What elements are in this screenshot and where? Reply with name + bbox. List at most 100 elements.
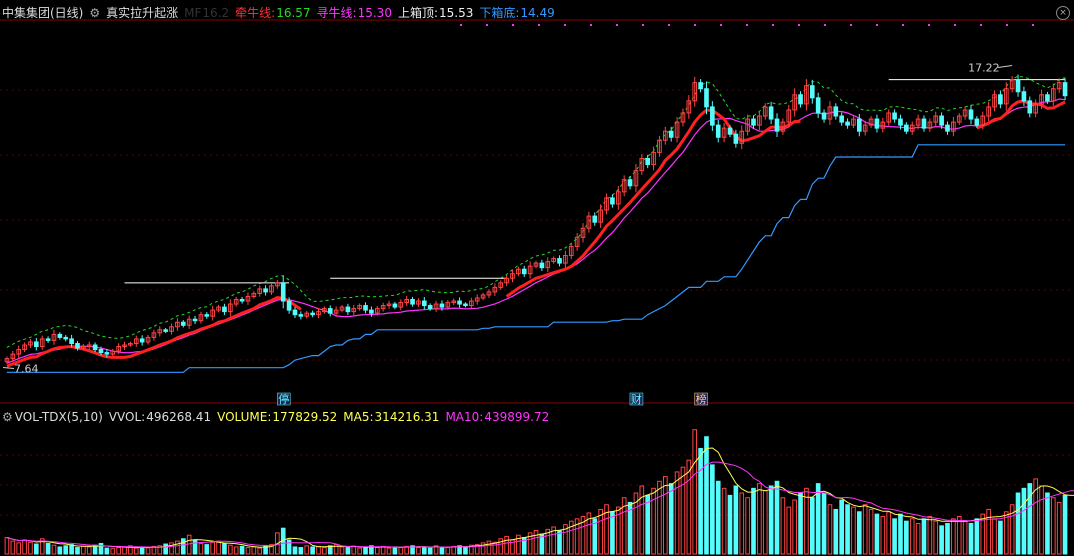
volume-bar — [798, 492, 803, 555]
volume-bar — [492, 541, 498, 555]
price-panel-header: 中集集团(日线) ⚙ 真实拉升起涨 MF16.2 牵牛线:16.57 寻牛线:15.30 上… — [2, 5, 561, 21]
candle-body — [904, 124, 909, 132]
high-price-annotation: 17.22 — [968, 62, 1000, 75]
candle-body — [774, 118, 780, 132]
volume-bar — [351, 545, 357, 555]
candle-body — [815, 97, 821, 114]
candle-body — [63, 336, 69, 340]
candle-body — [539, 262, 545, 269]
signal-dot — [564, 24, 566, 26]
volume-bar — [610, 511, 615, 555]
volume-indicator-name[interactable]: VOL-TDX(5,10) — [15, 410, 103, 424]
candle-body — [1015, 79, 1021, 93]
candle-body — [457, 300, 462, 305]
volume-bar — [180, 538, 186, 555]
volume-bar — [239, 545, 245, 555]
volume-bar — [651, 487, 656, 555]
candle-body — [874, 118, 880, 129]
volume-bar — [198, 542, 204, 555]
signal-dot — [902, 24, 904, 26]
candle-body — [939, 115, 944, 126]
volume-bar — [257, 547, 263, 555]
volume-bar — [874, 513, 880, 555]
volume-bar — [774, 480, 780, 555]
volume-bar — [163, 543, 168, 555]
box-bottom-line — [6, 144, 1066, 373]
volume-bar — [292, 546, 298, 555]
volume-bar — [145, 547, 151, 555]
gear-icon[interactable]: ⚙ — [89, 6, 100, 20]
ma-value: 16.2 — [202, 6, 230, 20]
volume-bar — [51, 544, 57, 555]
box-bottom-value: 14.49 — [520, 6, 555, 20]
box-top-value: 15.53 — [439, 6, 474, 20]
ma5-value: 314216.31 — [374, 410, 440, 424]
volume-bar — [1021, 487, 1027, 555]
signal-dot — [720, 24, 722, 26]
ma10-label: MA10: — [445, 410, 484, 424]
volume-bar — [298, 547, 304, 555]
volume-bar — [674, 471, 680, 555]
volume-bar — [998, 520, 1003, 555]
volume-bar — [286, 539, 292, 555]
volume-bar — [192, 539, 198, 555]
volume-bar — [216, 540, 221, 555]
volume-bar — [845, 504, 850, 555]
candle-body — [945, 124, 950, 132]
volume-bar — [809, 497, 815, 555]
signal-dot — [1032, 24, 1034, 26]
volume-bar — [45, 542, 51, 555]
signal-dot — [772, 24, 774, 26]
volume-bar — [792, 499, 797, 555]
signal-dot — [824, 24, 826, 26]
signal-dot — [954, 24, 956, 26]
volume-bar — [692, 429, 698, 555]
volume-bar — [927, 515, 933, 555]
seek-line-label: 寻牛线: — [316, 6, 357, 20]
volume-bar — [833, 508, 839, 555]
volume-bar — [992, 518, 997, 555]
signal-dot — [1006, 24, 1008, 26]
volume-bar — [986, 508, 991, 555]
candle-body — [845, 121, 850, 126]
candle-body — [34, 341, 39, 348]
volume-bar — [962, 520, 968, 555]
candle-body — [921, 118, 927, 129]
signal-dot — [642, 24, 644, 26]
volume-bar — [868, 508, 874, 555]
volume-bar — [34, 543, 39, 555]
candle-body — [280, 282, 286, 302]
seek-line — [6, 98, 1066, 364]
volume-bar — [945, 523, 950, 555]
candle-body — [898, 118, 903, 126]
indicator-name[interactable]: 真实拉升起涨 — [106, 6, 178, 20]
volume-bar — [345, 547, 351, 555]
volume-bar — [886, 511, 892, 555]
chart-canvas[interactable]: 17.22 7.64 停 财 榜 — [0, 0, 1074, 556]
volume-bar — [63, 545, 69, 555]
close-icon[interactable]: × — [1056, 6, 1070, 20]
settings-icon[interactable]: ⚙ — [2, 410, 13, 424]
stock-name: 中集集团(日线) — [2, 6, 84, 20]
volume-bar — [704, 436, 709, 555]
volume-bar — [1045, 492, 1050, 555]
candle-body — [327, 308, 333, 314]
candle-body — [192, 318, 198, 322]
volume-bar — [133, 547, 139, 555]
signal-dot — [512, 24, 514, 26]
volume-bar — [75, 547, 80, 555]
volume-bar — [721, 487, 727, 555]
volume-bar — [122, 546, 127, 555]
volume-bar — [880, 515, 886, 555]
volume-bar — [386, 547, 392, 555]
candle-body — [310, 312, 315, 316]
candle-body — [809, 85, 815, 99]
seek-line-value: 15.30 — [357, 6, 392, 20]
candle-body — [392, 303, 398, 308]
volume-bar — [1050, 497, 1056, 555]
event-marker-text: 停 — [278, 392, 289, 406]
signal-dot — [876, 24, 878, 26]
volume-bar — [416, 547, 421, 555]
candle-body — [727, 127, 733, 135]
low-price-annotation: 7.64 — [14, 363, 39, 376]
